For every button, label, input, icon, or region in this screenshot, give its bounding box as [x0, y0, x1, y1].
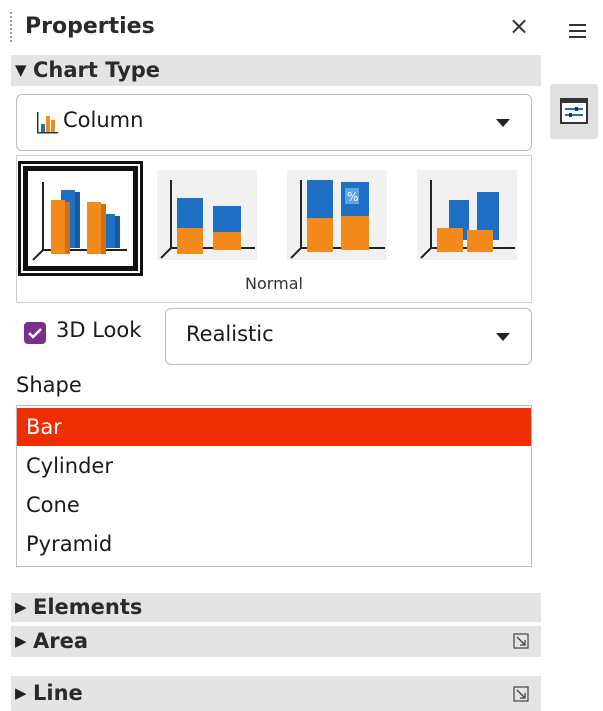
panel-title: Properties — [25, 14, 155, 39]
shape-option-pyramid[interactable]: Pyramid — [17, 525, 531, 563]
3d-look-checkbox[interactable] — [24, 322, 46, 344]
variant-caption: Normal — [245, 274, 303, 293]
properties-panel: Properties × ▼ Chart Type Column % Norma… — [0, 0, 544, 711]
section-area[interactable]: ▶ Area — [11, 626, 541, 657]
shape-label: Shape — [16, 373, 82, 397]
more-options-icon[interactable] — [513, 633, 529, 649]
deep-column-icon — [417, 170, 517, 260]
variant-deep[interactable] — [411, 164, 526, 269]
sidebar-tab-bar — [544, 0, 603, 711]
shape-option-cone[interactable]: Cone — [17, 486, 531, 524]
drag-grip[interactable] — [10, 12, 12, 44]
triangle-right-icon: ▶ — [15, 632, 27, 650]
percent-stacked-column-icon: % — [287, 170, 387, 260]
section-area-label: Area — [33, 629, 89, 653]
section-chart-type[interactable]: ▼ Chart Type — [11, 55, 541, 86]
chart-type-dropdown[interactable]: Column — [16, 94, 532, 151]
variant-normal[interactable] — [18, 161, 143, 276]
check-icon — [28, 328, 42, 339]
hamburger-icon[interactable] — [569, 24, 586, 38]
triangle-right-icon: ▶ — [15, 598, 27, 616]
3d-look-label: 3D Look — [56, 318, 142, 342]
stacked-column-icon — [157, 170, 257, 260]
more-options-icon[interactable] — [513, 686, 529, 702]
section-line[interactable]: ▶ Line — [11, 676, 541, 711]
shape-listbox: Bar Cylinder Cone Pyramid — [16, 405, 532, 567]
svg-text:%: % — [347, 190, 358, 204]
triangle-right-icon: ▶ — [15, 684, 27, 702]
variant-percent-stacked[interactable]: % — [281, 164, 396, 269]
chevron-down-icon — [496, 119, 510, 127]
shape-option-cylinder[interactable]: Cylinder — [17, 447, 531, 485]
chart-variant-selector: % Normal — [16, 155, 532, 303]
collapse-triangle-icon: ▼ — [15, 61, 27, 79]
section-elements-label: Elements — [33, 595, 143, 619]
section-line-label: Line — [33, 681, 83, 705]
section-elements[interactable]: ▶ Elements — [11, 593, 541, 622]
3d-scheme-value: Realistic — [186, 322, 274, 346]
normal-column-icon — [32, 182, 127, 261]
properties-deck-button[interactable] — [550, 84, 598, 139]
section-chart-type-label: Chart Type — [33, 58, 161, 82]
properties-deck-icon — [560, 98, 588, 124]
variant-stacked[interactable] — [151, 164, 266, 269]
shape-option-bar[interactable]: Bar — [17, 408, 531, 446]
3d-scheme-dropdown[interactable]: Realistic — [165, 308, 532, 365]
column-chart-icon — [35, 110, 59, 138]
chevron-down-icon — [496, 333, 510, 341]
chart-type-value: Column — [63, 108, 144, 132]
close-button[interactable]: × — [509, 12, 529, 40]
